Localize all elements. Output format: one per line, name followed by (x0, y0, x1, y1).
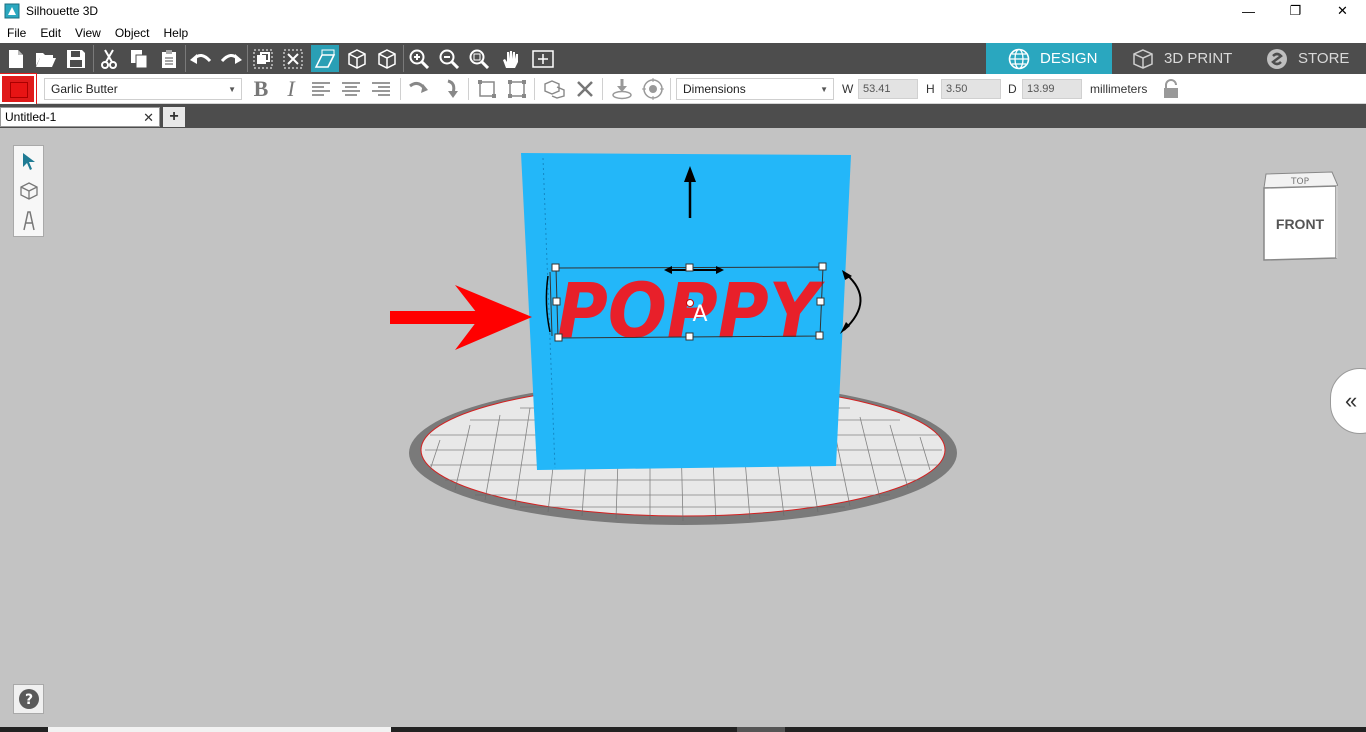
fill-color-swatch[interactable] (0, 73, 37, 105)
zoom-out-icon[interactable] (435, 45, 463, 72)
cube-view-icon[interactable] (343, 45, 371, 72)
open-file-icon[interactable] (32, 45, 60, 72)
copy-icon[interactable] (125, 45, 153, 72)
save-icon[interactable] (62, 45, 90, 72)
chevron-down-icon: ▼ (228, 85, 236, 94)
flip-horizontal-icon[interactable] (406, 77, 432, 101)
group-icon[interactable] (249, 45, 277, 72)
3d-viewport[interactable]: POPPY A ? TOP FRONT « (0, 128, 1366, 732)
pan-hand-icon[interactable] (497, 45, 525, 72)
menu-bar: File Edit View Object Help (0, 22, 1366, 43)
align-center-icon[interactable] (338, 77, 364, 101)
zoom-in-icon[interactable] (405, 45, 433, 72)
align-right-icon[interactable] (368, 77, 394, 101)
transform-box-icon[interactable] (504, 77, 530, 101)
menu-help[interactable]: Help (157, 26, 196, 40)
text-object[interactable]: POPPY (557, 266, 825, 355)
text-tool-icon[interactable] (14, 206, 43, 236)
document-tab-strip: Untitled-1 ✕ + (0, 104, 1366, 128)
cube-wireframe-icon[interactable] (373, 45, 401, 72)
red-arrow-annotation (390, 285, 532, 350)
view-cube[interactable]: TOP FRONT (1262, 170, 1339, 262)
tab-design[interactable]: DESIGN (986, 43, 1112, 74)
menu-file[interactable]: File (0, 26, 33, 40)
close-tab-icon[interactable]: ✕ (143, 110, 154, 126)
globe-icon (1008, 48, 1030, 69)
center-object-icon[interactable] (640, 77, 666, 101)
perspective-view-icon[interactable] (311, 45, 339, 72)
units-label: millimeters (1090, 82, 1148, 96)
svg-text:?: ? (24, 692, 32, 708)
taskbar-strip (0, 727, 1366, 732)
app-logo-icon (4, 3, 20, 19)
bounding-box-icon[interactable] (474, 77, 500, 101)
add-tab-button[interactable]: + (163, 107, 185, 127)
paste-icon[interactable] (155, 45, 183, 72)
tab-store[interactable]: STORE (1248, 43, 1366, 74)
width-label: W (842, 82, 854, 96)
new-file-icon[interactable] (2, 45, 30, 72)
bold-icon[interactable]: B (248, 76, 274, 101)
width-input[interactable]: 53.41 (858, 79, 918, 99)
font-select[interactable]: Garlic Butter ▼ (44, 78, 242, 100)
menu-object[interactable]: Object (108, 26, 157, 40)
poppy-text: POPPY (557, 266, 825, 355)
double-chevron-left-icon: « (1345, 388, 1358, 413)
select-tool-icon[interactable] (14, 146, 43, 176)
redo-icon[interactable] (217, 45, 245, 72)
anchor-letter: A (692, 302, 707, 327)
title-bar: Silhouette 3D — ❐ ✕ (0, 0, 1366, 22)
text-toolbar: Garlic Butter ▼ B I Dimensions ▼ W 53.41… (0, 73, 1366, 105)
align-left-icon[interactable] (308, 77, 334, 101)
viewcube-top-label: TOP (1290, 177, 1310, 187)
close-button[interactable]: ✕ (1319, 0, 1366, 22)
3d-shapes-icon[interactable] (542, 77, 568, 101)
depth-label: D (1008, 82, 1017, 96)
menu-edit[interactable]: Edit (33, 26, 68, 40)
italic-icon[interactable]: I (278, 76, 304, 101)
undo-icon[interactable] (187, 45, 215, 72)
tab-3d-print[interactable]: 3D PRINT (1112, 43, 1238, 74)
cube-tool-icon[interactable] (14, 176, 43, 206)
minimize-button[interactable]: — (1225, 0, 1272, 22)
transform-mode-select[interactable]: Dimensions ▼ (676, 78, 834, 100)
chevron-down-icon: ▼ (820, 85, 828, 94)
lock-aspect-icon[interactable] (1158, 77, 1184, 101)
help-button[interactable]: ? (13, 684, 44, 714)
height-input[interactable]: 3.50 (941, 79, 1001, 99)
window-title: Silhouette 3D (26, 4, 99, 18)
cut-icon[interactable] (95, 45, 123, 72)
drop-to-floor-icon[interactable] (609, 77, 635, 101)
store-icon (1267, 48, 1287, 69)
left-tool-palette (13, 145, 44, 237)
restore-button[interactable]: ❐ (1272, 0, 1319, 22)
print-3d-icon (1133, 48, 1153, 69)
document-tab[interactable]: Untitled-1 ✕ (0, 107, 160, 127)
depth-input[interactable]: 13.99 (1022, 79, 1082, 99)
main-toolbar: DESIGN 3D PRINT STORE (0, 43, 1366, 74)
delete-icon[interactable] (572, 77, 598, 101)
fit-page-icon[interactable] (529, 45, 557, 72)
ungroup-icon[interactable] (279, 45, 307, 72)
flip-vertical-icon[interactable] (438, 77, 464, 101)
zoom-fit-icon[interactable] (465, 45, 493, 72)
height-label: H (926, 82, 935, 96)
menu-view[interactable]: View (68, 26, 108, 40)
viewcube-front-label: FRONT (1275, 216, 1325, 232)
help-icon: ? (18, 689, 39, 709)
